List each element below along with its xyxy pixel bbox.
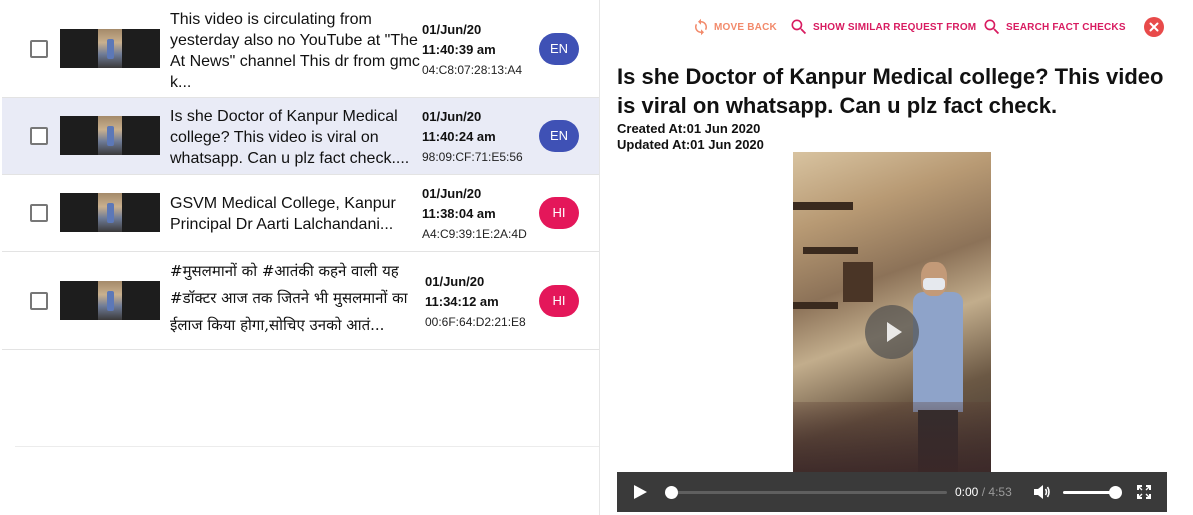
- refresh-icon: [695, 18, 707, 36]
- row-meta: 01/Jun/20 11:34:12 am 00:6F:64:D2:21:E8: [425, 272, 545, 331]
- progress-handle[interactable]: [665, 486, 678, 499]
- request-title: Is she Doctor of Kanpur Medical college?…: [617, 64, 1164, 118]
- close-icon: [1149, 22, 1159, 32]
- request-list: This video is circulating from yesterday…: [0, 0, 600, 515]
- show-similar-button[interactable]: SHOW SIMILAR REQUEST FROM: [789, 16, 976, 38]
- row-message: Is she Doctor of Kanpur Medical college?…: [170, 108, 410, 167]
- close-button[interactable]: [1144, 17, 1164, 37]
- current-time: 0:00: [955, 485, 979, 499]
- language-badge: HI: [539, 285, 579, 317]
- row-time: 11:34:12 am: [425, 294, 499, 309]
- row-device-id: 00:6F:64:D2:21:E8: [425, 315, 526, 329]
- row-time: 11:40:39 am: [422, 42, 496, 57]
- row-message: GSVM Medical College, Kanpur Principal D…: [170, 195, 396, 233]
- row-meta: 01/Jun/20 11:40:24 am 98:09:CF:71:E5:56: [422, 107, 542, 166]
- list-item[interactable]: This video is circulating from yesterday…: [2, 0, 599, 98]
- video-thumbnail[interactable]: [60, 29, 160, 68]
- row-meta: 01/Jun/20 11:40:39 am 04:C8:07:28:13:A4: [422, 20, 542, 79]
- progress-track[interactable]: [667, 491, 947, 494]
- row-meta: 01/Jun/20 11:38:04 am A4:C9:39:1E:2A:4D: [422, 184, 542, 243]
- video-thumbnail[interactable]: [60, 193, 160, 232]
- move-back-label: MOVE BACK: [714, 21, 777, 33]
- row-date: 01/Jun/20: [422, 22, 482, 37]
- app-root: This video is circulating from yesterday…: [0, 0, 1193, 515]
- row-checkbox[interactable]: [30, 40, 48, 58]
- volume-handle[interactable]: [1109, 486, 1122, 499]
- row-message: This video is circulating from yesterday…: [170, 11, 420, 91]
- row-checkbox[interactable]: [30, 292, 48, 310]
- time-separator: /: [981, 485, 986, 499]
- row-date: 01/Jun/20: [422, 186, 482, 201]
- row-time: 11:40:24 am: [422, 129, 496, 144]
- search-fact-checks-button[interactable]: SEARCH FACT CHECKS: [982, 16, 1126, 38]
- row-date: 01/Jun/20: [425, 274, 485, 289]
- video-thumbnail[interactable]: [60, 281, 160, 320]
- row-time: 11:38:04 am: [422, 206, 496, 221]
- language-badge: HI: [539, 197, 579, 229]
- detail-panel: MOVE BACK SHOW SIMILAR REQUEST FROM SEAR…: [601, 0, 1193, 515]
- show-similar-label: SHOW SIMILAR REQUEST FROM: [813, 21, 977, 33]
- big-play-button[interactable]: [865, 305, 919, 359]
- search-fact-checks-label: SEARCH FACT CHECKS: [1006, 21, 1126, 33]
- list-item-selected[interactable]: Is she Doctor of Kanpur Medical college?…: [2, 98, 599, 175]
- search-icon: [791, 19, 807, 35]
- row-message: #मुसलमानों को #आतंकी कहने वाली यह #डॉक्ट…: [170, 262, 408, 334]
- video-controls: 0:00 / 4:53: [617, 472, 1167, 512]
- play-icon[interactable]: [634, 485, 647, 499]
- row-checkbox[interactable]: [30, 204, 48, 222]
- duration: 4:53: [988, 485, 1012, 499]
- list-item[interactable]: #मुसलमानों को #आतंकी कहने वाली यह #डॉक्ट…: [2, 252, 599, 350]
- language-badge: EN: [539, 120, 579, 152]
- search-icon: [984, 19, 1000, 35]
- language-badge: EN: [539, 33, 579, 65]
- row-date: 01/Jun/20: [422, 109, 482, 124]
- created-at: Created At:01 Jun 2020: [617, 121, 761, 136]
- move-back-button[interactable]: MOVE BACK: [692, 16, 777, 38]
- row-device-id: 04:C8:07:28:13:A4: [422, 63, 523, 77]
- row-checkbox[interactable]: [30, 127, 48, 145]
- volume-track[interactable]: [1063, 491, 1113, 494]
- video-thumbnail[interactable]: [60, 116, 160, 155]
- list-item[interactable]: GSVM Medical College, Kanpur Principal D…: [2, 175, 599, 252]
- list-divider: [15, 446, 599, 447]
- volume-icon[interactable]: [1033, 484, 1051, 500]
- row-device-id: 98:09:CF:71:E5:56: [422, 150, 523, 164]
- updated-at: Updated At:01 Jun 2020: [617, 137, 764, 152]
- row-device-id: A4:C9:39:1E:2A:4D: [422, 227, 527, 241]
- time-display: 0:00 / 4:53: [955, 485, 1012, 499]
- fullscreen-icon[interactable]: [1137, 485, 1151, 499]
